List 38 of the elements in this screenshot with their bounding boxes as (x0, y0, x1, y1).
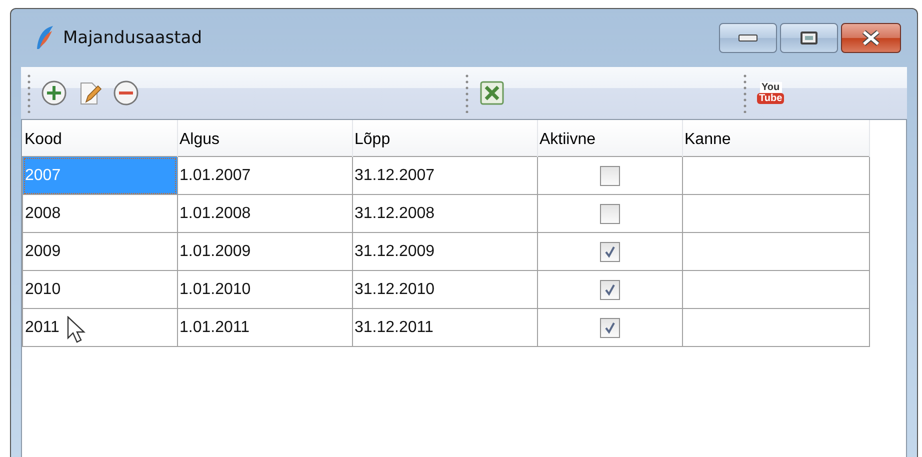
minimize-button[interactable] (719, 23, 777, 53)
table-cell: 31.12.2010 (352, 270, 537, 308)
add-icon (41, 80, 67, 106)
checkbox[interactable] (600, 280, 620, 300)
maximize-button[interactable] (780, 23, 838, 53)
remove-button[interactable] (111, 78, 141, 108)
table-cell: 1.01.2007 (177, 156, 352, 194)
table-cell: 1.01.2009 (177, 232, 352, 270)
table-cell: 1.01.2008 (177, 194, 352, 232)
checkbox[interactable] (600, 318, 620, 338)
window-title: Majandusaastad (63, 28, 203, 48)
column-header[interactable]: Aktiivne (537, 120, 682, 156)
mouse-pointer-icon (66, 316, 88, 344)
table-cell: 31.12.2008 (352, 194, 537, 232)
checkbox[interactable] (600, 204, 620, 224)
column-header[interactable]: Kanne (682, 120, 869, 156)
column-header[interactable]: Kood (22, 120, 177, 156)
table-cell[interactable]: 2008 (22, 194, 177, 232)
table-cell: 1.01.2010 (177, 270, 352, 308)
table-cell[interactable]: 2009 (22, 232, 177, 270)
video-button[interactable]: You Tube (755, 82, 786, 104)
close-icon (860, 30, 882, 46)
table-cell: 31.12.2011 (352, 308, 537, 346)
spreadsheet-icon (479, 80, 505, 106)
app-icon (35, 25, 55, 51)
checkbox[interactable] (600, 166, 620, 186)
remove-icon (113, 80, 139, 106)
maximize-icon (800, 31, 818, 45)
add-button[interactable] (39, 78, 69, 108)
close-button[interactable] (841, 23, 901, 53)
checkbox[interactable] (600, 242, 620, 262)
table-cell[interactable]: 2010 (22, 270, 177, 308)
table-cell: 31.12.2009 (352, 232, 537, 270)
minimize-icon (738, 34, 758, 42)
table-cell: 31.12.2007 (352, 156, 537, 194)
column-header[interactable]: Lõpp (352, 120, 537, 156)
column-header[interactable]: Algus (177, 120, 352, 156)
table-cell: 1.01.2011 (177, 308, 352, 346)
